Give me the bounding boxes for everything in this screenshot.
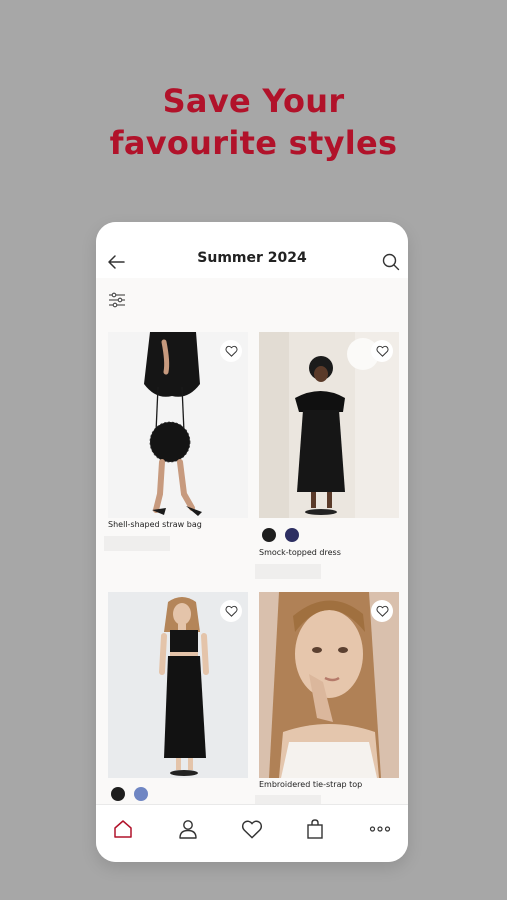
favourite-button[interactable] (371, 340, 393, 362)
filter-sliders-icon (109, 292, 125, 308)
color-swatches (262, 528, 299, 542)
headline-line-2: favourite styles (109, 124, 398, 162)
nav-shopping-bag[interactable] (302, 816, 328, 842)
top-bar: Summer 2024 (96, 222, 408, 278)
product-name[interactable]: Smock-topped dress (259, 548, 341, 557)
product-name[interactable]: Shell-shaped straw bag (108, 520, 202, 529)
shopping-bag-icon (307, 819, 323, 839)
nav-account[interactable] (175, 816, 201, 842)
bottom-navigation (96, 804, 408, 862)
product-image[interactable] (259, 592, 399, 778)
headline-line-1: Save Your (162, 82, 345, 120)
favourites-heart-icon (241, 820, 263, 839)
phone-screen: Summer 2024 Shell-shaped straw bag Smock… (96, 222, 408, 862)
nav-home[interactable] (110, 816, 136, 842)
search-icon (382, 253, 400, 271)
page-title: Summer 2024 (197, 250, 307, 266)
product-image[interactable] (108, 332, 248, 518)
color-swatch-black[interactable] (111, 787, 125, 801)
home-icon (114, 820, 132, 838)
search-button[interactable] (382, 253, 400, 271)
heart-icon (375, 605, 389, 617)
favourite-button[interactable] (220, 600, 242, 622)
heart-icon (375, 345, 389, 357)
promo-headline: Save Your favourite styles (0, 80, 507, 164)
color-swatch-black[interactable] (262, 528, 276, 542)
product-image[interactable] (108, 592, 248, 778)
nav-favourites[interactable] (239, 816, 265, 842)
filter-button[interactable] (108, 292, 126, 308)
favourite-button[interactable] (220, 340, 242, 362)
price-placeholder (255, 564, 321, 579)
product-name[interactable]: Embroidered tie-strap top (259, 780, 362, 789)
heart-icon (224, 605, 238, 617)
color-swatches (111, 787, 148, 801)
color-swatch-blue[interactable] (134, 787, 148, 801)
color-swatch-navy[interactable] (285, 528, 299, 542)
favourite-button[interactable] (371, 600, 393, 622)
nav-more[interactable] (367, 816, 393, 842)
price-placeholder (104, 536, 170, 551)
account-icon (179, 820, 197, 839)
more-icon (369, 826, 391, 832)
heart-icon (224, 345, 238, 357)
product-image[interactable] (259, 332, 399, 518)
